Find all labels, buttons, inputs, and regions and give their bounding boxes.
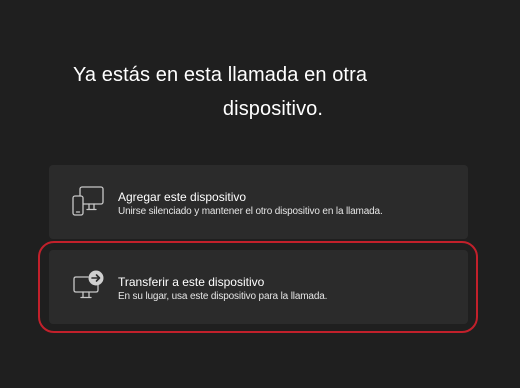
dialog-title: Ya estás en esta llamada en otra disposi… [0,58,520,126]
transfer-device-description: En su lugar, usa este dispositivo para l… [118,291,328,302]
add-device-text: Agregar este dispositivo Unirse silencia… [118,190,458,219]
dialog-title-line1: Ya estás en esta llamada en otra [72,64,368,86]
add-device-description: Unirse silenciado y mantener el otro dis… [118,206,383,217]
join-call-dialog: Ya estás en esta llamada en otra disposi… [0,0,520,388]
add-device-option[interactable]: Agregar este dispositivo Unirse silencia… [49,165,468,239]
add-device-icon [72,186,104,216]
transfer-device-text: Transferir a este dispositivo En su luga… [118,275,458,304]
dialog-title-line2: dispositivo. [222,98,324,120]
add-device-label: Agregar este dispositivo [118,190,247,204]
transfer-device-option[interactable]: Transferir a este dispositivo En su luga… [49,250,468,324]
transfer-device-label: Transferir a este dispositivo [118,275,265,289]
transfer-device-icon [73,270,104,299]
